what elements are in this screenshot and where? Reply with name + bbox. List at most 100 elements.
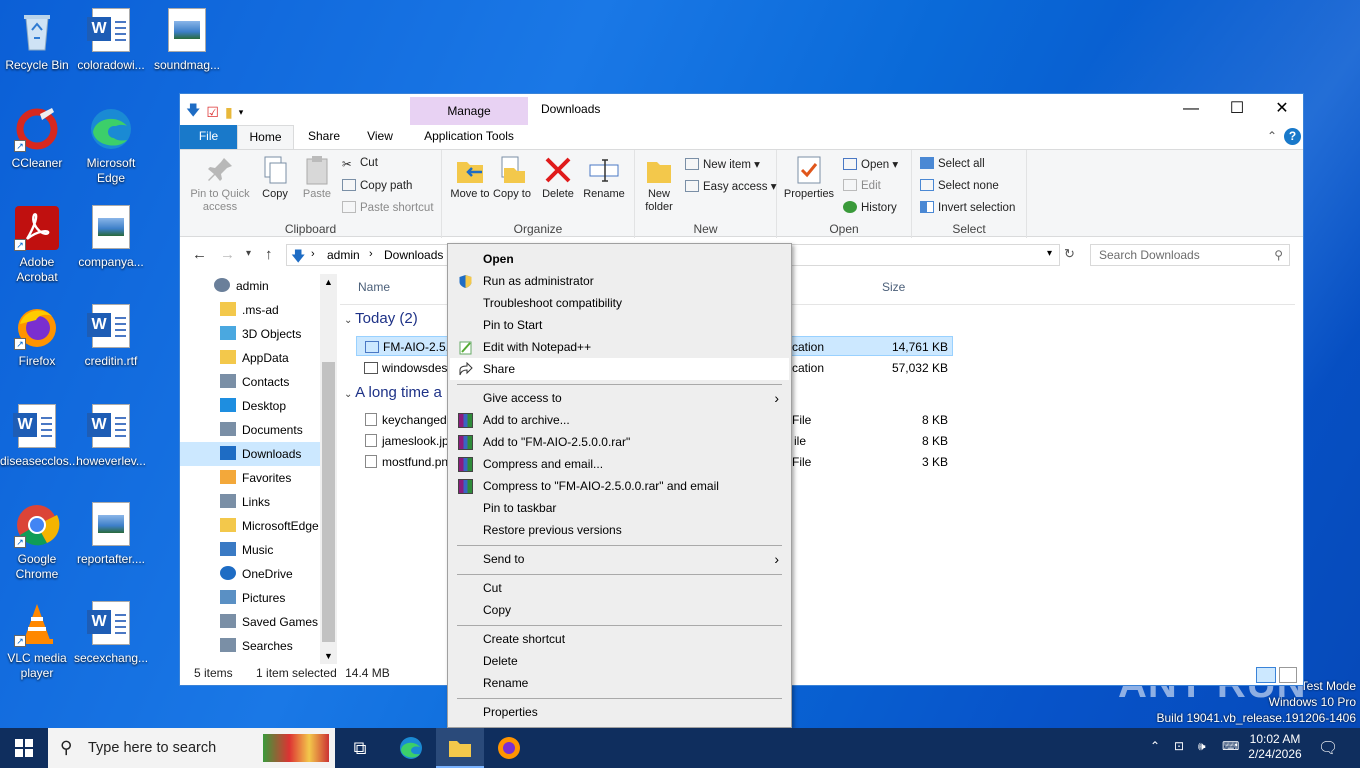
volume-icon[interactable]: 🕪 [1198, 739, 1206, 754]
tab-file[interactable]: File [180, 125, 237, 149]
properties-button[interactable]: Properties [783, 154, 835, 201]
menu-item-add-to-rar[interactable]: Add to "FM-AIO-2.5.0.0.rar" [450, 431, 789, 453]
scroll-down-arrow-icon[interactable]: ▼ [320, 648, 337, 664]
help-icon[interactable]: ? [1284, 128, 1301, 145]
taskbar-file-explorer-button[interactable] [436, 728, 484, 768]
tab-share[interactable]: Share [294, 125, 354, 149]
desktop-icon-google-chrome[interactable]: ↗ Google Chrome [0, 502, 74, 582]
tab-application-tools[interactable]: Application Tools [410, 125, 528, 149]
menu-item-give-access-to[interactable]: Give access to › [450, 387, 789, 409]
desktop-icon-microsoft-edge[interactable]: Microsoft Edge [74, 106, 148, 186]
column-header-name[interactable]: Name [358, 280, 390, 294]
delete-button[interactable]: Delete [538, 154, 578, 201]
desktop-icon-creditin[interactable]: W creditin.rtf [74, 304, 148, 369]
clock[interactable]: 10:02 AM 2/24/2026 [1244, 732, 1306, 762]
notifications-icon[interactable]: 🗨 [1318, 738, 1338, 758]
navigation-scrollbar[interactable]: ▲ ▼ [320, 274, 337, 664]
recent-locations-chevron-icon[interactable]: ▾ [246, 248, 251, 259]
desktop-icon-secexchang[interactable]: W secexchang... [74, 601, 148, 666]
task-view-button[interactable]: ⧉ [336, 728, 384, 768]
pin-quick-access-button[interactable]: Pin to Quick access [186, 154, 254, 214]
sidebar-item-music[interactable]: Music [180, 538, 320, 562]
desktop-icon-adobe-acrobat[interactable]: ↗ Adobe Acrobat [0, 205, 74, 285]
chevron-up-icon[interactable]: ⌃ [1262, 125, 1282, 149]
sidebar-item-downloads[interactable]: Downloads [180, 442, 320, 466]
group-header-today[interactable]: ⌄ Today (2) [344, 310, 418, 327]
details-view-icon[interactable] [1256, 667, 1276, 683]
sidebar-item-searches[interactable]: Searches [180, 634, 320, 658]
edit-button[interactable]: Edit [843, 179, 881, 192]
desktop-icon-howeverlev[interactable]: W howeverlev... [74, 404, 148, 469]
menu-item-compress-rar-email[interactable]: Compress to "FM-AIO-2.5.0.0.rar" and ema… [450, 475, 789, 497]
taskbar-firefox-button[interactable] [485, 728, 533, 768]
desktop-icon-coloradowi[interactable]: W coloradowi... [74, 8, 148, 73]
paste-shortcut-button[interactable]: Paste shortcut [342, 201, 434, 214]
down-arrow-icon[interactable]: 🡇 [186, 100, 200, 124]
menu-item-copy[interactable]: Copy [450, 599, 789, 621]
new-folder-icon[interactable]: ▮ [225, 104, 233, 121]
menu-item-delete[interactable]: Delete [450, 650, 789, 672]
copy-button[interactable]: Copy [254, 154, 296, 201]
desktop-icon-disease[interactable]: W diseasecclos... [0, 404, 79, 469]
keyboard-icon[interactable]: ⌨ [1222, 739, 1239, 753]
menu-item-run-as-administrator[interactable]: Run as administrator [450, 270, 789, 292]
menu-item-pin-to-taskbar[interactable]: Pin to taskbar [450, 497, 789, 519]
menu-item-share[interactable]: Share [450, 358, 789, 380]
sidebar-item-pictures[interactable]: Pictures [180, 586, 320, 610]
copy-to-button[interactable]: Copy to [492, 154, 532, 201]
sidebar-item-appdata[interactable]: AppData [180, 346, 320, 370]
properties-check-icon[interactable]: ☑ [206, 104, 219, 121]
sidebar-item-microsoftedge[interactable]: MicrosoftEdge [180, 514, 320, 538]
taskbar-search-box[interactable]: ⚲ Type here to search [48, 728, 335, 768]
menu-item-open[interactable]: Open [450, 248, 789, 270]
manage-contextual-tab[interactable]: Manage [410, 97, 528, 125]
tab-home[interactable]: Home [237, 125, 294, 150]
start-button[interactable] [0, 728, 48, 768]
menu-item-properties[interactable]: Properties [450, 701, 789, 723]
select-none-button[interactable]: Select none [920, 179, 999, 192]
scroll-thumb[interactable] [322, 362, 335, 642]
sidebar-item-contacts[interactable]: Contacts [180, 370, 320, 394]
menu-item-cut[interactable]: Cut [450, 577, 789, 599]
sidebar-item-favorites[interactable]: Favorites [180, 466, 320, 490]
up-arrow-icon[interactable]: ↑ [265, 246, 273, 263]
select-all-button[interactable]: Select all [920, 157, 985, 170]
rename-button[interactable]: Rename [582, 154, 626, 201]
sidebar-item-links[interactable]: Links [180, 490, 320, 514]
desktop-icon-ccleaner[interactable]: ↗ CCleaner [0, 106, 74, 171]
sidebar-item-saved-games[interactable]: Saved Games [180, 610, 320, 634]
breadcrumb-downloads[interactable]: Downloads [384, 248, 443, 262]
desktop-icon-firefox[interactable]: ↗ Firefox [0, 304, 74, 369]
scroll-up-arrow-icon[interactable]: ▲ [320, 274, 337, 290]
back-arrow-icon[interactable]: ← [192, 246, 207, 263]
sidebar-item-onedrive[interactable]: OneDrive [180, 562, 320, 586]
show-hidden-icons-chevron-icon[interactable]: ⌃ [1150, 739, 1160, 753]
desktop-icon-recycle-bin[interactable]: Recycle Bin [0, 8, 74, 73]
menu-item-add-to-archive[interactable]: Add to archive... [450, 409, 789, 431]
easy-access-button[interactable]: Easy access ▾ [685, 179, 777, 193]
sidebar-item-desktop[interactable]: Desktop [180, 394, 320, 418]
network-icon[interactable]: ⊡ [1174, 739, 1184, 753]
close-button[interactable]: ✕ [1259, 94, 1305, 124]
menu-item-send-to[interactable]: Send to › [450, 548, 789, 570]
breadcrumb-admin[interactable]: admin [327, 248, 360, 262]
desktop-icon-companya[interactable]: companya... [74, 205, 148, 270]
menu-item-troubleshoot[interactable]: Troubleshoot compatibility [450, 292, 789, 314]
group-header-long-ago[interactable]: ⌄ A long time a [344, 384, 442, 401]
refresh-icon[interactable]: ↻ [1064, 246, 1075, 262]
paste-button[interactable]: Paste [296, 154, 338, 201]
cut-button[interactable]: ✂ Cut [342, 157, 378, 171]
new-item-button[interactable]: New item ▾ [685, 157, 760, 171]
large-icons-view-icon[interactable] [1279, 667, 1297, 683]
taskbar-edge-button[interactable] [387, 728, 435, 768]
minimize-button[interactable]: — [1168, 94, 1214, 124]
open-button[interactable]: Open ▾ [843, 157, 898, 171]
menu-item-restore-previous-versions[interactable]: Restore previous versions [450, 519, 789, 541]
sidebar-item-3d-objects[interactable]: 3D Objects [180, 322, 320, 346]
desktop-icon-reportafter[interactable]: reportafter.... [74, 502, 148, 567]
chevron-down-icon[interactable]: ▾ [239, 107, 244, 118]
menu-item-edit-notepadpp[interactable]: Edit with Notepad++ [450, 336, 789, 358]
forward-arrow-icon[interactable]: → [220, 246, 235, 263]
tab-view[interactable]: View [354, 125, 406, 149]
desktop-icon-vlc[interactable]: ↗ VLC media player [0, 601, 74, 681]
